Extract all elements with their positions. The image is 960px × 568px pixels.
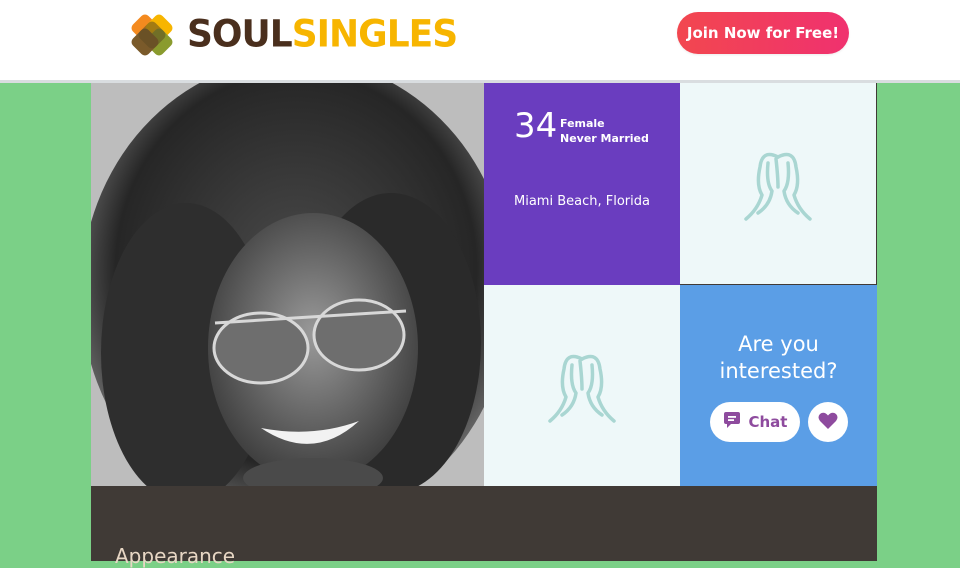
site-logo[interactable]: SOULSINGLES [123, 6, 458, 64]
profile-card: 34 Female Never Married Miami Beach, Flo… [91, 83, 877, 568]
chat-bubble-icon [723, 411, 741, 433]
profile-marital-status: Never Married [560, 132, 649, 145]
photo-placeholder-tile [484, 285, 680, 486]
logo-singles-text: SINGLES [291, 12, 458, 56]
logo-wordmark: SOULSINGLES [187, 12, 458, 56]
profile-location: Miami Beach, Florida [514, 194, 650, 209]
profile-age: 34 [514, 106, 558, 146]
chat-button[interactable]: Chat [710, 402, 800, 442]
interest-question: Are you interested? [680, 331, 877, 385]
logo-soul-text: SOUL [187, 12, 293, 56]
interest-question-line1: Are you [738, 332, 819, 356]
site-header: SOULSINGLES Join Now for Free! [0, 0, 960, 83]
appearance-section-title: Appearance [115, 544, 236, 568]
profile-gender: Female [560, 117, 605, 130]
heart-icon [818, 412, 838, 433]
interest-question-line2: interested? [719, 359, 838, 383]
person-silhouette-icon [738, 147, 818, 231]
like-button[interactable] [808, 402, 848, 442]
photo-placeholder-tile [680, 83, 876, 284]
soulsingles-logo-icon [123, 6, 181, 64]
chat-button-label: Chat [748, 413, 788, 431]
person-silhouette-icon [542, 349, 622, 433]
profile-photo[interactable] [91, 83, 484, 486]
profile-summary-tile: 34 Female Never Married Miami Beach, Flo… [484, 83, 680, 285]
join-now-button[interactable]: Join Now for Free! [677, 12, 849, 54]
interest-tile: Are you interested? Chat [680, 285, 877, 486]
